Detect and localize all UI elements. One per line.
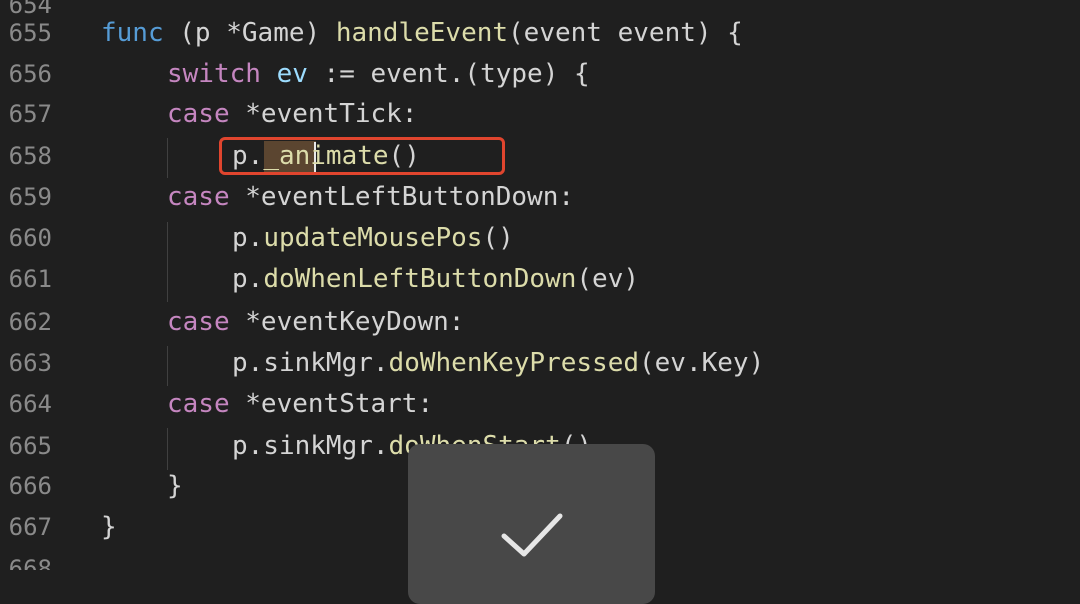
code-token: (event event) { — [508, 18, 743, 48]
code-token: *eventTick: — [229, 99, 418, 129]
line-number: 664 — [8, 390, 52, 418]
code-token: switch — [167, 59, 261, 89]
code-token: doWhenKeyPressed — [388, 348, 639, 378]
code-line[interactable]: 660 p.updateMousePos() — [0, 217, 1080, 259]
code-text: p.updateMousePos() — [232, 223, 514, 253]
code-text: p.doWhenLeftButtonDown(ev) — [232, 264, 639, 294]
code-token: func — [101, 18, 164, 48]
code-token: ) — [304, 18, 336, 48]
code-token: (ev) — [576, 264, 640, 294]
code-token: case — [167, 182, 230, 212]
checkmark-icon — [501, 513, 563, 557]
line-number: 665 — [8, 432, 52, 460]
code-line[interactable]: 663 p.sinkMgr.doWhenKeyPressed(ev.Key) — [0, 342, 1080, 384]
code-token: case — [167, 307, 230, 337]
code-token: *Game — [226, 18, 305, 48]
code-token: p. — [232, 264, 264, 294]
code-token: } — [167, 471, 183, 501]
code-line[interactable]: 658 p._animate() — [0, 135, 1080, 177]
annotation-highlight-box — [219, 137, 505, 175]
code-token: (p — [163, 18, 227, 48]
code-token: (ev.Key) — [639, 348, 765, 378]
code-text: case *eventStart: — [167, 389, 433, 419]
line-number: 666 — [8, 472, 52, 500]
line-number: 659 — [8, 183, 52, 211]
code-token: case — [167, 99, 230, 129]
code-text: func (p *Game) handleEvent(event event) … — [101, 18, 743, 48]
code-token: *eventStart: — [229, 389, 434, 419]
code-token: *eventKeyDown: — [229, 307, 465, 337]
code-text: switch ev := event.(type) { — [167, 59, 590, 89]
code-token: handleEvent — [335, 18, 509, 48]
code-line[interactable]: 662 case *eventKeyDown: — [0, 301, 1080, 343]
code-token: *eventLeftButtonDown: — [229, 182, 574, 212]
code-token: doWhenLeftButtonDown — [263, 264, 577, 294]
code-line[interactable]: 659 case *eventLeftButtonDown: — [0, 176, 1080, 218]
line-number: 663 — [8, 349, 52, 377]
code-text: case *eventLeftButtonDown: — [167, 182, 574, 212]
code-line[interactable]: 656 switch ev := event.(type) { — [0, 53, 1080, 95]
code-token: p. — [232, 223, 264, 253]
code-line[interactable]: 664 case *eventStart: — [0, 383, 1080, 425]
code-token: () — [482, 223, 514, 253]
code-token: ev — [276, 59, 308, 89]
line-number: 660 — [8, 224, 52, 252]
code-line[interactable]: 657 case *eventTick: — [0, 93, 1080, 135]
code-token: p.sinkMgr. — [232, 431, 389, 461]
code-token: } — [101, 512, 117, 542]
code-token: updateMousePos — [263, 223, 483, 253]
line-number: 661 — [8, 265, 52, 293]
line-number: 655 — [8, 19, 52, 47]
code-text: } — [101, 512, 117, 542]
line-number: 662 — [8, 308, 52, 336]
code-line[interactable]: 661 p.doWhenLeftButtonDown(ev) — [0, 258, 1080, 300]
line-number: 658 — [8, 142, 52, 170]
code-text: } — [167, 471, 183, 501]
line-number: 656 — [8, 60, 52, 88]
code-line[interactable]: 655 func (p *Game) handleEvent(event even… — [0, 12, 1080, 54]
code-text: case *eventKeyDown: — [167, 307, 464, 337]
code-token: := event.(type) { — [307, 59, 590, 89]
line-number: 667 — [8, 513, 52, 541]
code-text: p.sinkMgr.doWhenKeyPressed(ev.Key) — [232, 348, 764, 378]
line-number: 657 — [8, 100, 52, 128]
code-token: p.sinkMgr. — [232, 348, 389, 378]
code-token: case — [167, 389, 230, 419]
line-number: 668 — [8, 555, 52, 570]
code-text: case *eventTick: — [167, 99, 417, 129]
